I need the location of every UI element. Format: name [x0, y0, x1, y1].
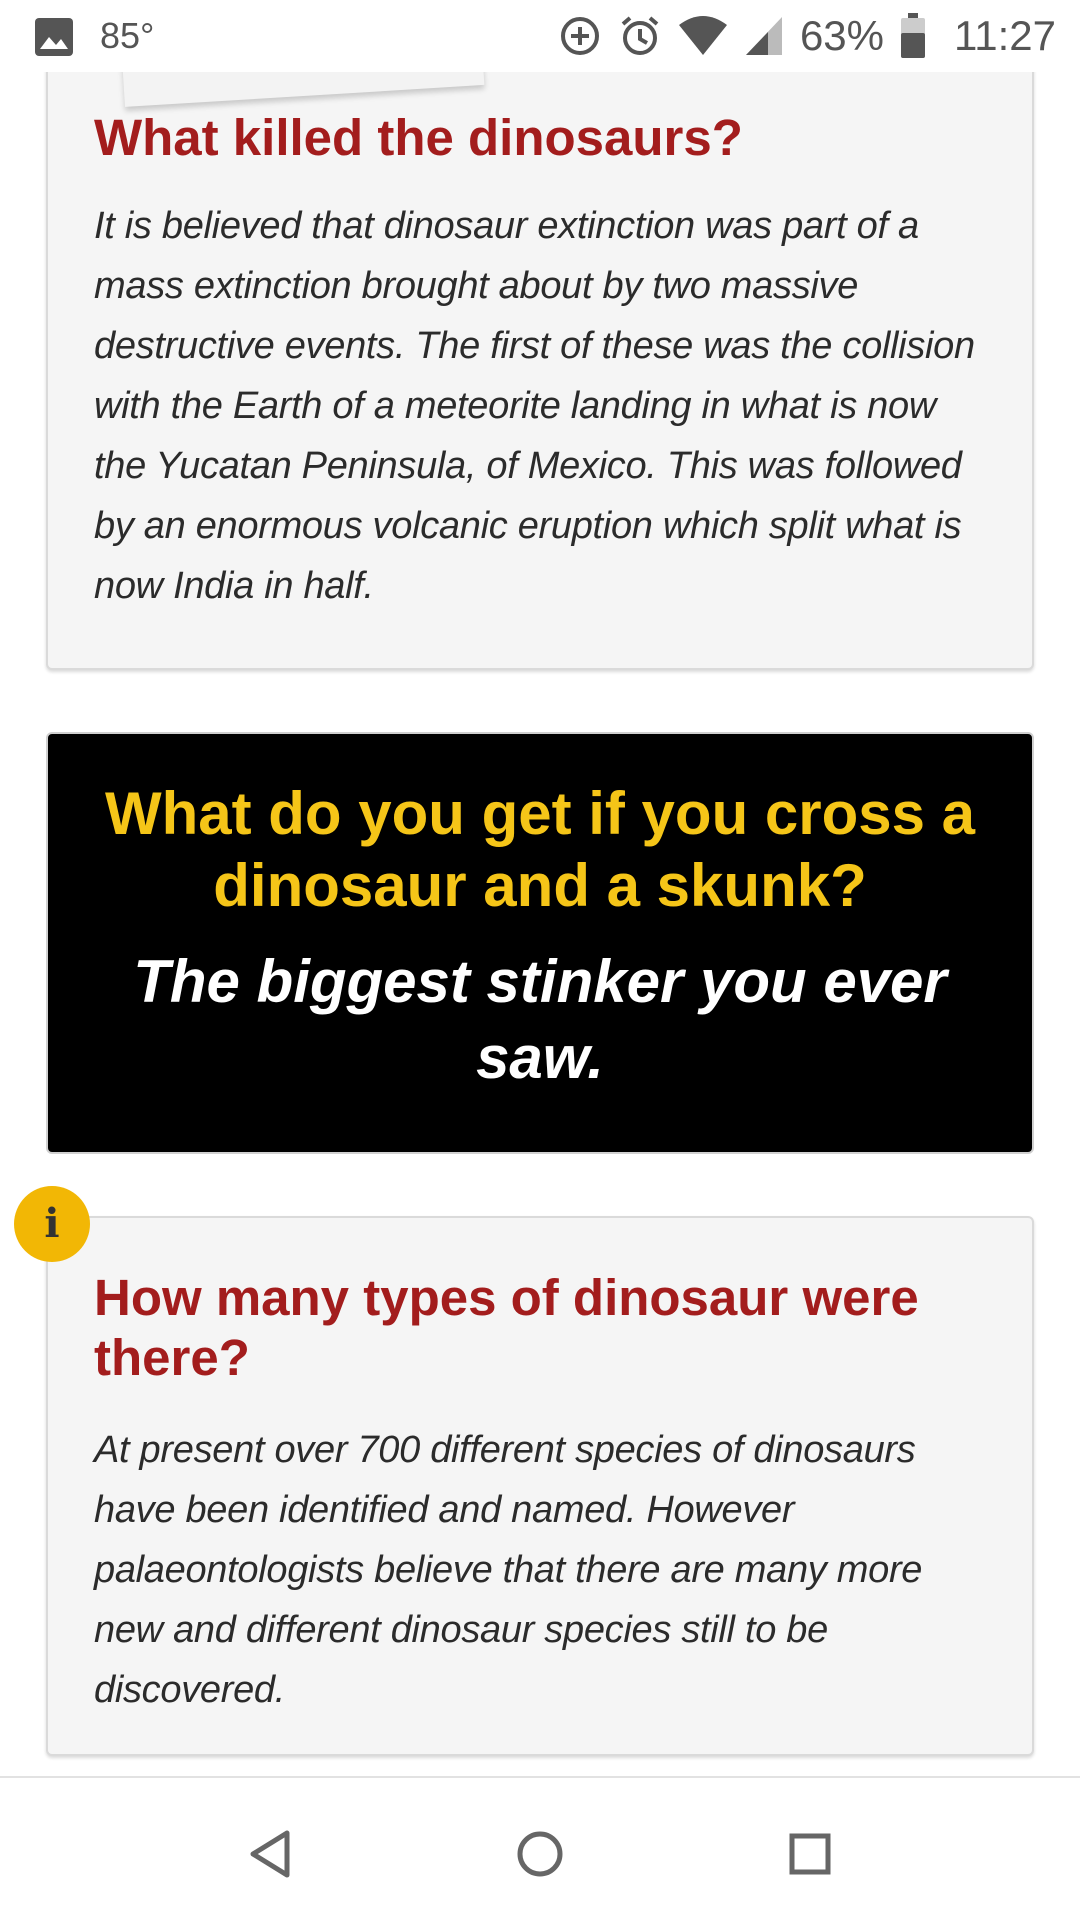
wifi-icon [678, 16, 727, 55]
fact-title: What killed the dinosaurs? [94, 109, 743, 166]
joke-card: What do you get if you cross a dinosaur … [46, 732, 1034, 1154]
info-glyph: i [44, 1200, 60, 1247]
back-icon [250, 1830, 290, 1878]
fact-card-extinction: What killed the dinosaurs? It is believe… [46, 0, 1034, 670]
joke-question: What do you get if you cross a dinosaur … [104, 780, 976, 919]
gallery-icon [35, 18, 73, 56]
home-icon [517, 1831, 563, 1877]
recents-button[interactable] [770, 1814, 850, 1894]
temperature-text: 85° [100, 15, 155, 56]
back-button[interactable] [230, 1814, 310, 1894]
home-button[interactable] [500, 1814, 580, 1894]
battery-icon [901, 13, 925, 58]
fact-body: It is believed that dinosaur extinction … [94, 205, 975, 607]
fact-card-types: How many types of dinosaur were there? A… [46, 1216, 1034, 1756]
fact-body: At present over 700 different species of… [94, 1429, 923, 1711]
status-bar: 85° 63% 11:27 [0, 0, 1080, 72]
joke-answer: The biggest stinker you ever saw. [133, 948, 947, 1091]
alarm-icon [621, 16, 659, 55]
battery-percent: 63% [799, 12, 884, 59]
navigation-bar [0, 1776, 1080, 1920]
signal-icon [745, 17, 782, 55]
page-content[interactable]: What killed the dinosaurs? It is believe… [0, 0, 1080, 1776]
clock-time: 11:27 [954, 12, 1056, 59]
recents-icon [789, 1833, 831, 1875]
fact-title: How many types of dinosaur were there? [94, 1269, 919, 1386]
info-icon: i [14, 1186, 90, 1262]
data-saver-icon [560, 17, 599, 55]
